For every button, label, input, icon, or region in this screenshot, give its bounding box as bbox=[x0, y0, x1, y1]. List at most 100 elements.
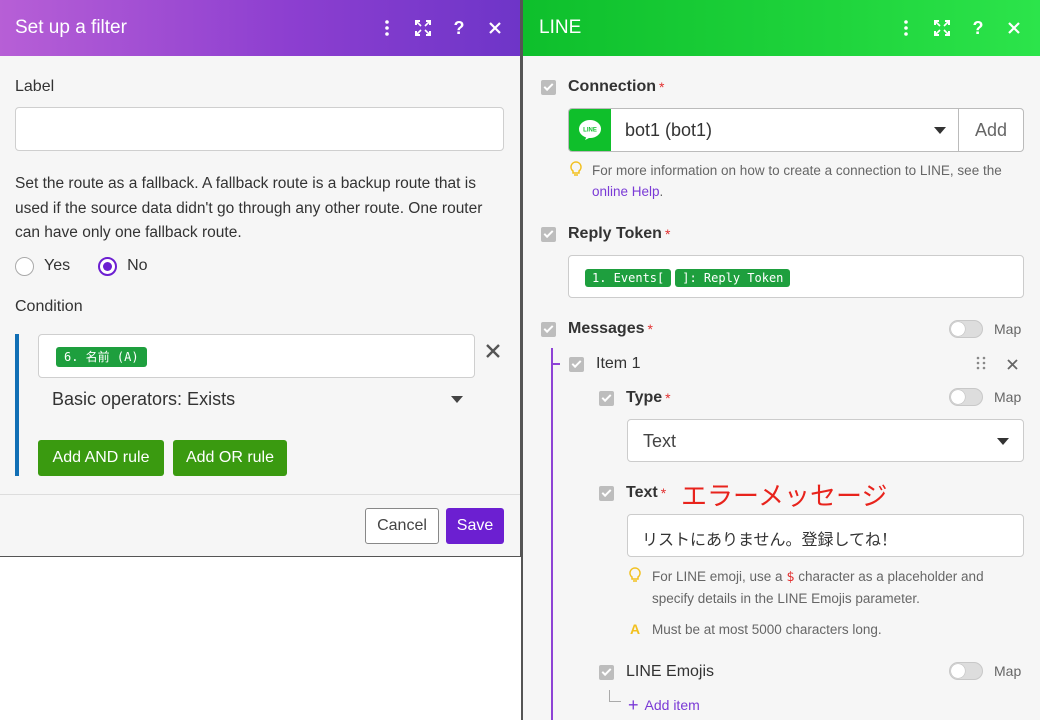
connection-toggle-checkbox[interactable] bbox=[541, 79, 556, 95]
fallback-no-label: No bbox=[127, 257, 148, 274]
item-1-header: Item 1 bbox=[569, 355, 640, 373]
required-marker: * bbox=[647, 321, 653, 337]
connection-help-text: For more information on how to create a … bbox=[592, 160, 1022, 202]
text-checkbox[interactable] bbox=[599, 485, 614, 501]
text-label: Text bbox=[626, 484, 658, 501]
messages-map-toggle[interactable] bbox=[949, 320, 983, 338]
emoji-hint-before: For LINE emoji, use a bbox=[652, 569, 787, 584]
more-options-icon[interactable] bbox=[377, 18, 397, 38]
messages-label: Messages bbox=[568, 320, 645, 337]
messages-checkbox[interactable] bbox=[541, 321, 556, 337]
text-field-header: Text * bbox=[599, 484, 666, 502]
expand-icon[interactable] bbox=[413, 18, 433, 38]
fallback-no-radio[interactable] bbox=[98, 256, 118, 276]
add-connection-button[interactable]: Add bbox=[958, 109, 1023, 151]
add-and-rule-button[interactable]: Add AND rule bbox=[38, 440, 164, 476]
help-icon[interactable]: ? bbox=[968, 18, 988, 38]
text-input[interactable]: リストにありません。登録してね！ bbox=[627, 514, 1024, 557]
reply-token-label: Reply Token bbox=[568, 225, 662, 242]
character-limit-text: Must be at most 5000 characters long. bbox=[652, 622, 882, 637]
line-logo-icon: LINE bbox=[569, 109, 611, 151]
type-map-label: Map bbox=[994, 389, 1022, 405]
operator-value: Basic operators: Exists bbox=[52, 389, 236, 409]
remove-condition-icon[interactable] bbox=[485, 343, 503, 361]
required-marker: * bbox=[660, 485, 667, 501]
character-limit-icon: A bbox=[628, 621, 642, 638]
connection-select[interactable]: bot1 (bot1) bbox=[611, 109, 958, 151]
remove-item-icon[interactable] bbox=[1007, 357, 1018, 375]
connection-selector: LINE bot1 (bot1) Add bbox=[568, 108, 1024, 152]
condition-block: 6. 名前 (A) Basic operators: Exists Add AN… bbox=[15, 313, 510, 483]
help-icon[interactable]: ? bbox=[449, 18, 469, 38]
fallback-yes-radio[interactable] bbox=[15, 256, 34, 276]
reply-token-input[interactable]: 1. Events[ ]: Reply Token bbox=[568, 255, 1024, 298]
connection-label: Connection bbox=[568, 78, 656, 95]
expand-icon[interactable] bbox=[932, 18, 952, 38]
reply-token-checkbox[interactable] bbox=[541, 226, 556, 242]
svg-text:LINE: LINE bbox=[583, 128, 597, 134]
line-module-panel: LINE ? Connection * LINE bot1 (bot1) Add… bbox=[521, 0, 1040, 720]
svg-text:?: ? bbox=[454, 19, 465, 37]
emoji-help-text: For LINE emoji, use a $ character as a p… bbox=[652, 566, 1024, 609]
reply-token-pills: 1. Events[ ]: Reply Token bbox=[585, 269, 791, 287]
add-item-button[interactable]: + Add item bbox=[628, 696, 700, 714]
add-item-label: Add item bbox=[644, 697, 700, 713]
chevron-down-icon bbox=[997, 438, 1009, 445]
reply-token-field-header: Reply Token * bbox=[541, 225, 670, 243]
line-header-actions: ? bbox=[896, 18, 1024, 38]
error-message-annotation: エラーメッセージ bbox=[681, 481, 888, 511]
chevron-down-icon bbox=[451, 396, 463, 403]
type-label: Type bbox=[626, 389, 663, 406]
fallback-no-option[interactable]: No bbox=[98, 256, 148, 276]
add-item-tree-connector bbox=[609, 690, 621, 702]
filter-dialog-title: Set up a filter bbox=[15, 17, 127, 38]
fallback-description: Set the route as a fallback. A fallback … bbox=[15, 175, 483, 241]
drag-handle-icon[interactable] bbox=[976, 356, 986, 375]
line-panel-header: LINE ? bbox=[523, 0, 1040, 56]
fallback-radio-group: Yes No bbox=[15, 256, 505, 276]
line-emojis-field-header: LINE Emojis bbox=[599, 663, 714, 681]
screenshot-stage: Set up a filter ? Label Set the route as bbox=[0, 0, 1040, 720]
filter-dialog-body: Label Set the route as a fallback. A fal… bbox=[0, 78, 520, 316]
label-input[interactable] bbox=[15, 107, 504, 151]
lightbulb-icon bbox=[569, 161, 583, 177]
filter-dialog-footer: Cancel Save bbox=[0, 494, 520, 556]
connection-field-header: Connection * bbox=[541, 78, 664, 96]
close-icon[interactable] bbox=[485, 18, 505, 38]
messages-field-header: Messages * bbox=[541, 320, 653, 338]
messages-map-label: Map bbox=[994, 321, 1022, 337]
type-select[interactable]: Text bbox=[627, 419, 1024, 462]
line-emojis-map-label: Map bbox=[994, 663, 1022, 679]
svg-text:A: A bbox=[630, 622, 640, 636]
events-pill[interactable]: 1. Events[ bbox=[585, 269, 672, 287]
type-map-toggle[interactable] bbox=[949, 388, 983, 406]
operator-select[interactable]: Basic operators: Exists bbox=[52, 389, 463, 410]
type-value: Text bbox=[643, 431, 677, 451]
filter-header-actions: ? bbox=[377, 18, 505, 38]
item-1-checkbox[interactable] bbox=[569, 356, 584, 372]
connection-hint-text: For more information on how to create a … bbox=[592, 163, 1002, 178]
chevron-down-icon bbox=[934, 127, 946, 134]
line-emojis-map-toggle[interactable] bbox=[949, 662, 983, 680]
save-button[interactable]: Save bbox=[446, 508, 504, 544]
filter-dialog: Set up a filter ? Label Set the route as bbox=[0, 0, 521, 557]
more-options-icon[interactable] bbox=[896, 18, 916, 38]
required-marker: * bbox=[664, 226, 671, 242]
cancel-button[interactable]: Cancel bbox=[365, 508, 439, 544]
fallback-yes-option[interactable]: Yes bbox=[15, 256, 70, 276]
condition-operand-input[interactable]: 6. 名前 (A) bbox=[38, 334, 475, 378]
messages-tree-line bbox=[551, 348, 553, 720]
online-help-link[interactable]: online Help bbox=[592, 184, 660, 199]
required-marker: * bbox=[665, 390, 671, 406]
operand-pill[interactable]: 6. 名前 (A) bbox=[56, 347, 147, 367]
line-emojis-label: LINE Emojis bbox=[626, 663, 715, 680]
close-icon[interactable] bbox=[1004, 18, 1024, 38]
type-checkbox[interactable] bbox=[599, 390, 614, 406]
label-field-label: Label bbox=[15, 78, 55, 95]
line-emojis-checkbox[interactable] bbox=[599, 664, 614, 680]
add-or-rule-button[interactable]: Add OR rule bbox=[173, 440, 287, 476]
reply-token-pill[interactable]: ]: Reply Token bbox=[675, 269, 791, 287]
connection-value: bot1 (bot1) bbox=[625, 119, 713, 140]
lightbulb-icon bbox=[628, 567, 642, 583]
filter-dialog-header: Set up a filter ? bbox=[0, 0, 520, 56]
